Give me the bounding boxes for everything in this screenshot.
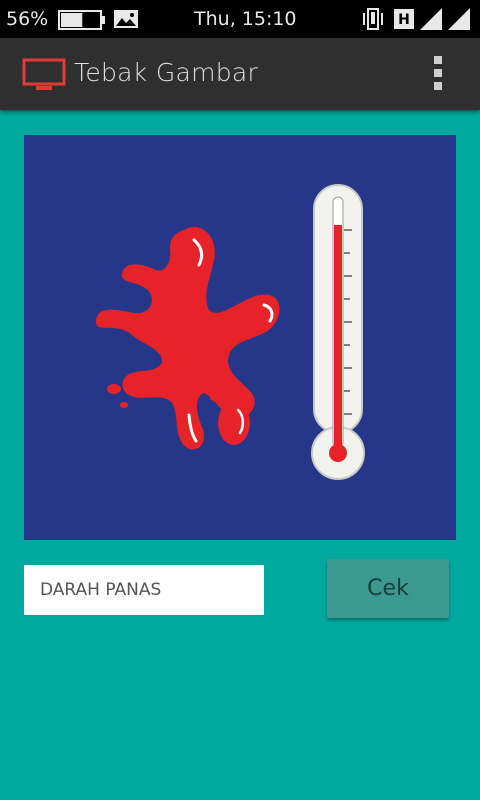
app-title: Tebak Gambar [74, 58, 259, 87]
monitor-icon [22, 58, 66, 90]
signal-icon [420, 8, 442, 30]
check-button[interactable]: Cek [327, 559, 449, 618]
overflow-menu-icon[interactable] [428, 56, 448, 92]
network-type-icon: H [394, 9, 414, 29]
app-bar: Tebak Gambar [0, 38, 480, 110]
gallery-icon [114, 10, 138, 28]
answer-input[interactable] [24, 565, 264, 615]
status-bar: 56% Thu, 15:10 H [0, 0, 480, 38]
battery-icon [58, 10, 105, 30]
puzzle-image [24, 135, 456, 540]
clock-time: Thu, 15:10 [194, 8, 297, 30]
thermometer-icon [311, 184, 365, 480]
puzzle-illustration [95, 184, 365, 480]
blood-splat-icon [95, 226, 280, 450]
signal-icon [448, 8, 470, 30]
vibrate-icon [363, 8, 383, 30]
network-badge-text: H [398, 12, 410, 28]
battery-percent: 56% [6, 8, 49, 30]
